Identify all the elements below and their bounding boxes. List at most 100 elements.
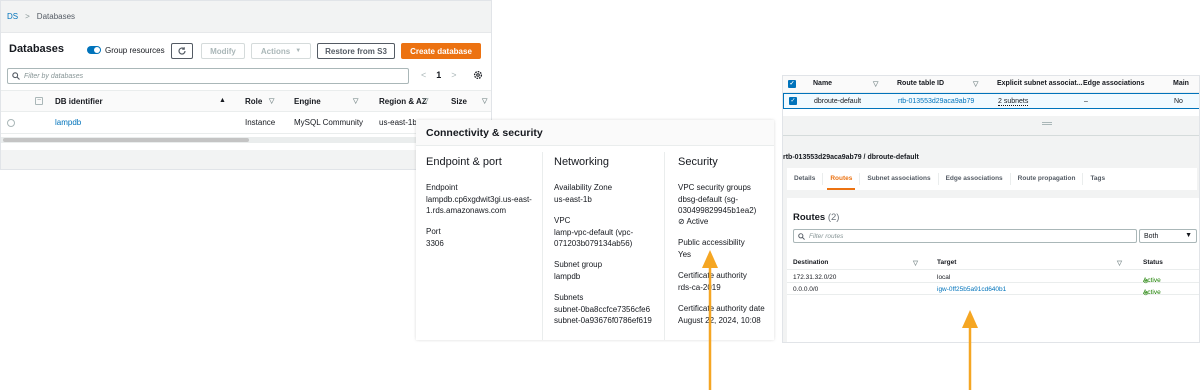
route-table-id-link[interactable]: rtb-013553d29aca9ab79 [898, 98, 974, 105]
security-column: Security VPC security groups dbsg-defaul… [678, 156, 774, 336]
sort-icon[interactable]: ▽ [973, 80, 978, 88]
route-tables-panel: ✓ Name ▽ Route table ID ▽ Explicit subne… [782, 75, 1200, 343]
tab-edge-associations[interactable]: Edge associations [939, 173, 1011, 185]
annotation-arrow-icon [702, 250, 718, 390]
current-page[interactable]: 1 [436, 70, 441, 80]
db-role: Instance [245, 118, 276, 127]
tab-details[interactable]: Details [787, 173, 824, 185]
breadcrumb: DS > Databases [1, 1, 491, 33]
databases-table-header: − DB identifier ▲ Role ▽ Engine ▽ Region… [1, 90, 491, 112]
breadcrumb-root-link[interactable]: DS [7, 12, 18, 21]
grip-icon[interactable] [1042, 122, 1052, 125]
toggle-knob [94, 47, 100, 53]
tab-route-propagation[interactable]: Route propagation [1011, 173, 1084, 185]
db-identifier-link[interactable]: lampdb [55, 118, 81, 127]
ca-date-label: Certificate authority date [678, 304, 765, 313]
col-destination[interactable]: Destination [793, 259, 828, 266]
group-resources-label: Group resources [105, 46, 165, 55]
routes-title: Routes (2) [793, 212, 839, 223]
routes-count: (2) [827, 212, 840, 223]
row-checkbox[interactable]: ✓ [789, 97, 797, 105]
main-value: No [1174, 98, 1183, 105]
expand-all-icon[interactable]: − [35, 97, 43, 105]
vpc-label: VPC [554, 216, 571, 225]
col-role[interactable]: Role [245, 97, 262, 106]
sort-icon[interactable]: ▽ [269, 97, 274, 105]
certificate-authority-value: rds-ca-2019 [678, 283, 721, 292]
col-engine[interactable]: Engine [294, 97, 321, 106]
breadcrumb-separator-icon: > [25, 12, 30, 21]
pane-resize-handle[interactable] [783, 116, 1199, 136]
sort-icon[interactable]: ▽ [353, 97, 358, 105]
sort-icon[interactable]: ▽ [423, 97, 428, 105]
settings-gear-icon[interactable] [473, 70, 483, 80]
page-title: Databases [9, 43, 65, 55]
col-edge-associations[interactable]: Edge associations [1083, 80, 1144, 87]
subnet-group-value: lampdb [554, 272, 581, 281]
row-select-radio[interactable] [7, 119, 15, 127]
endpoint-port-column: Endpoint & port Endpoint lampdb.cp6xgdwi… [426, 156, 546, 259]
az-label: Availability Zone [554, 183, 613, 192]
sort-icon[interactable]: ▽ [913, 259, 918, 267]
modify-button[interactable]: Modify [201, 43, 245, 59]
col-region-az[interactable]: Region & AZ [379, 97, 427, 106]
check-circle-icon: ⊘ [678, 217, 685, 226]
route-destination: 172.31.32.0/20 [793, 274, 837, 281]
tab-tags[interactable]: Tags [1083, 173, 1112, 185]
select-all-checkbox[interactable]: ✓ [788, 80, 796, 88]
sort-icon[interactable]: ▽ [482, 97, 487, 105]
tab-routes[interactable]: Routes [823, 173, 861, 190]
restore-from-s3-button[interactable]: Restore from S3 [317, 43, 395, 59]
col-status[interactable]: Status [1143, 259, 1163, 266]
table-row[interactable]: ✓ dbroute-default rtb-013553d29aca9ab79 … [783, 93, 1199, 109]
ca-date-value: August 22, 2024, 10:08 [678, 316, 761, 325]
sort-icon[interactable]: ▽ [873, 80, 878, 88]
tab-subnet-associations[interactable]: Subnet associations [860, 173, 939, 185]
subnet-link[interactable]: subnet-0a93676f0786ef619 [554, 315, 674, 326]
filter-placeholder: Filter routes [809, 232, 844, 240]
col-explicit-subnet[interactable]: Explicit subnet associat... [997, 80, 1083, 87]
networking-column: Networking Availability Zone us-east-1b … [554, 156, 674, 336]
search-icon [798, 232, 805, 240]
security-group-status: ⊘ Active [678, 216, 774, 227]
table-row[interactable]: 172.31.32.0/20 local ⊘ Active [787, 271, 1199, 285]
route-target-link[interactable]: igw-0ff25b5a91cd640b1 [937, 286, 1006, 293]
scrollbar-thumb[interactable] [3, 138, 249, 142]
breadcrumb-current: Databases [36, 12, 76, 21]
routes-table-header: Destination ▽ Target ▽ Status [787, 256, 1199, 270]
route-filter-select[interactable]: Both ▼ [1139, 229, 1197, 243]
col-name[interactable]: Name [813, 80, 832, 87]
detail-title: rtb-013553d29aca9ab79 / dbroute-default [783, 154, 919, 161]
refresh-icon [177, 46, 187, 56]
vpc-link[interactable]: lamp-vpc-default (vpc-071203b079134ab56) [554, 227, 658, 249]
refresh-button[interactable] [171, 43, 193, 59]
col-route-table-id[interactable]: Route table ID [897, 80, 944, 87]
table-row[interactable]: 0.0.0.0/0 igw-0ff25b5a91cd640b1 ⊘ Active [787, 283, 1199, 297]
create-database-button[interactable]: Create database [401, 43, 481, 59]
routes-filter-input[interactable]: Filter routes [793, 229, 1137, 243]
prev-page-icon[interactable]: < [421, 70, 426, 80]
col-size[interactable]: Size [451, 97, 467, 106]
route-destination: 0.0.0.0/0 [793, 286, 819, 293]
next-page-icon[interactable]: > [451, 70, 456, 80]
caret-down-icon: ▼ [1185, 232, 1192, 239]
security-heading: Security [678, 156, 718, 168]
networking-heading: Networking [554, 156, 610, 168]
search-placeholder: Filter by databases [24, 72, 84, 80]
route-tables-header: ✓ Name ▽ Route table ID ▽ Explicit subne… [783, 76, 1199, 93]
route-target: local [937, 274, 951, 281]
subnet-count[interactable]: 2 subnets [998, 98, 1029, 106]
actions-button[interactable]: Actions ▼ [251, 43, 311, 59]
database-search-input[interactable]: Filter by databases [7, 68, 409, 84]
col-db-identifier[interactable]: DB identifier [55, 97, 103, 106]
public-accessibility-label: Public accessibility [678, 238, 745, 247]
sort-icon[interactable]: ▽ [1117, 259, 1122, 267]
db-region: us-east-1b [379, 118, 417, 127]
routes-title-text: Routes [793, 212, 826, 223]
col-main[interactable]: Main [1173, 80, 1189, 87]
group-resources-toggle[interactable] [87, 46, 101, 54]
security-group-link[interactable]: dbsg-default (sg-030499829945b1ea2) [678, 194, 768, 216]
sort-asc-icon[interactable]: ▲ [219, 97, 226, 104]
col-target[interactable]: Target [937, 259, 956, 266]
subnet-link[interactable]: subnet-0ba8ccfce7356cfe6 [554, 304, 674, 315]
